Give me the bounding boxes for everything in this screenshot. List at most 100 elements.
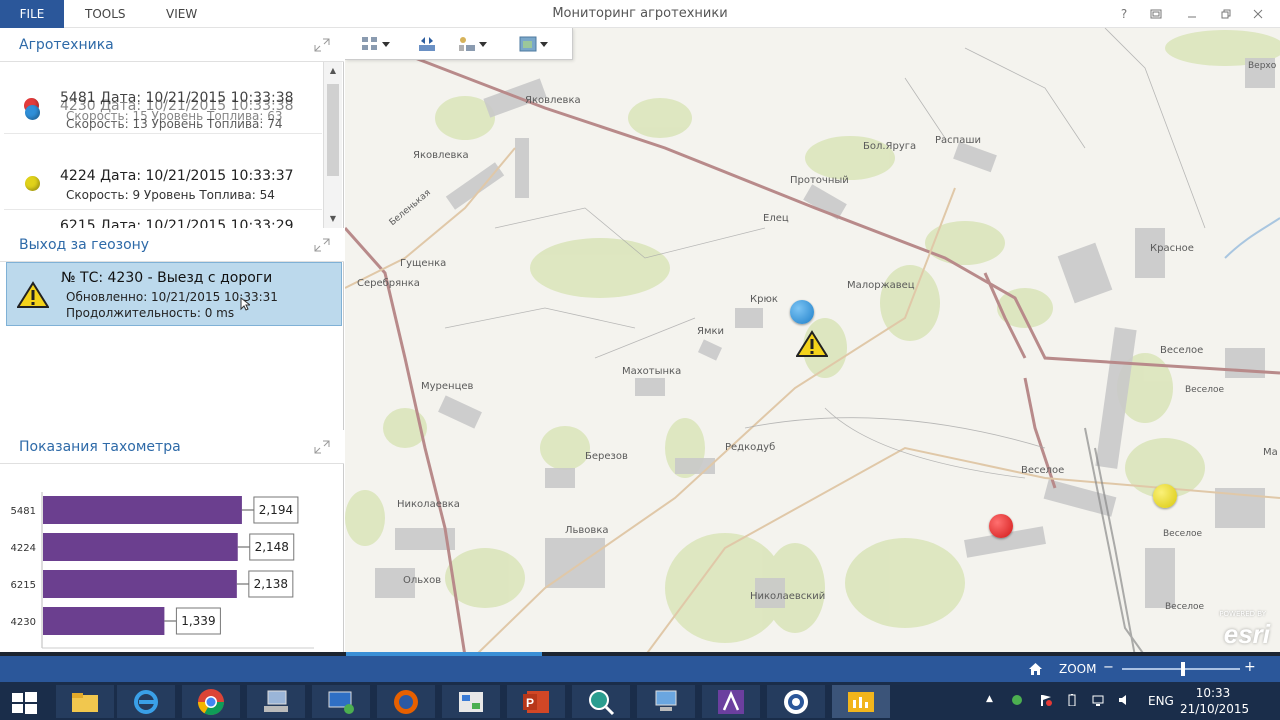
chart-bar	[43, 533, 238, 561]
tray-network-app-icon[interactable]	[1011, 694, 1023, 706]
vehicle-list-scrollbar[interactable]: ▲ ▼	[323, 62, 342, 229]
tray-volume-icon[interactable]	[1118, 694, 1130, 706]
mouse-cursor-icon	[240, 297, 250, 311]
map-label: Распаши	[935, 135, 981, 146]
tacho-section-header: Показания тахометра	[0, 430, 344, 464]
tachometer-chart: 54812,19442242,14862152,13842301,3390500…	[0, 464, 344, 664]
taskbar-app-switch[interactable]	[442, 685, 500, 718]
vehicle-marker-blue[interactable]	[790, 300, 814, 324]
vehicle-title: 6215 Дата: 10/21/2015 10:33:29	[60, 218, 294, 228]
map-label: Муренцев	[421, 381, 474, 392]
basemap-icon	[519, 36, 537, 52]
zoom-slider-thumb[interactable]	[1181, 662, 1186, 676]
tray-flag-icon[interactable]	[1040, 694, 1052, 706]
fullscreen-button[interactable]	[1146, 4, 1166, 24]
taskbar-app-pc[interactable]	[247, 685, 305, 718]
map-label: Редкодуб	[725, 442, 776, 453]
expand-icon[interactable]	[314, 440, 330, 454]
vehicle-dot-blue	[25, 105, 40, 120]
chevron-down-icon	[540, 41, 548, 47]
chevron-down-icon	[479, 41, 487, 47]
vehicle-stats: Скорость: 9 Уровень Топлива: 54	[66, 188, 275, 202]
tab-view[interactable]: VIEW	[166, 0, 197, 28]
list-item-4224[interactable]: 4224 Дата: 10/21/2015 10:33:37 Скорость:…	[4, 134, 322, 210]
restore-icon	[1221, 9, 1231, 19]
vehicle-marker-red[interactable]	[989, 514, 1013, 538]
list-item-6215[interactable]: 6215 Дата: 10/21/2015 10:33:29	[4, 210, 322, 228]
map-label: Николаевский	[750, 591, 826, 602]
zoom-out-button[interactable]: −	[1103, 660, 1114, 675]
taskbar-powerpoint[interactable]: P	[507, 685, 565, 718]
geozone-alert-card[interactable]: № ТС: 4230 - Выезд с дороги Обновленно: …	[6, 262, 342, 326]
map-label: Проточный	[790, 175, 849, 186]
taskbar-explorer[interactable]	[56, 685, 114, 718]
taskbar-remote[interactable]	[312, 685, 370, 718]
taskbar-ie[interactable]	[117, 685, 175, 718]
internet-explorer-icon	[134, 689, 158, 714]
tab-tools[interactable]: TOOLS	[85, 0, 126, 28]
taskbar-current-app[interactable]	[832, 685, 890, 718]
map-label: Веселое	[1165, 602, 1204, 612]
scroll-up-icon[interactable]: ▲	[324, 64, 342, 78]
esri-logo: esri	[1223, 619, 1270, 649]
scroll-thumb[interactable]	[327, 84, 339, 176]
tray-display-icon[interactable]	[1092, 694, 1104, 706]
map-label: Серебрянка	[357, 278, 420, 289]
chart-category-label: 4230	[11, 617, 36, 628]
tacho-section-title: Показания тахометра	[19, 439, 181, 455]
tray-battery-icon[interactable]	[1066, 694, 1078, 706]
tray-expand-icon[interactable]: ▲	[986, 694, 993, 704]
legend-button[interactable]	[458, 35, 487, 53]
map-label: Веселое	[1163, 529, 1202, 539]
map-label: Веселое	[1021, 465, 1065, 476]
layout-button[interactable]	[361, 35, 390, 53]
taskbar-vs-blend[interactable]	[702, 685, 760, 718]
home-icon[interactable]	[1028, 662, 1043, 676]
chart-value-label: 2,194	[259, 503, 293, 517]
start-button[interactable]	[10, 690, 38, 718]
scroll-down-icon[interactable]: ▼	[324, 212, 342, 226]
fullscreen-icon	[1150, 9, 1162, 19]
restore-button[interactable]	[1216, 4, 1236, 24]
map-label: Ямки	[697, 326, 725, 337]
vehicle-stats: Скорость: 13 Уровень Топлива: 74	[66, 117, 283, 131]
geozone-section-title: Выход за геозону	[19, 237, 150, 253]
taskbar-app-monitor[interactable]	[637, 685, 695, 718]
expand-icon[interactable]	[314, 238, 330, 252]
tab-file[interactable]: FILE	[0, 0, 64, 28]
taskbar-search-app[interactable]	[572, 685, 630, 718]
windows-logo-icon	[12, 692, 37, 714]
minimize-button[interactable]	[1182, 4, 1202, 24]
warning-icon[interactable]	[796, 330, 828, 358]
alert-duration: Продолжительность: 0 ms	[66, 306, 235, 320]
chart-bar	[43, 496, 242, 524]
map-label: Крюк	[750, 294, 778, 305]
map-label: Николаевка	[397, 499, 460, 510]
map-label: Махотынка	[622, 366, 682, 377]
firefox-icon	[394, 689, 418, 714]
taskbar-chrome[interactable]	[182, 685, 240, 718]
zoom-label: ZOOM	[1059, 662, 1097, 676]
map-view[interactable]: Яковлевка Яковлевка Бол.Яруга Распаши Пр…	[345, 28, 1280, 656]
chart-value-label: 2,148	[255, 540, 289, 554]
sync-button[interactable]	[418, 35, 436, 53]
folder-icon	[72, 692, 98, 712]
tachometer-chart-svg: 54812,19442242,14862152,13842301,3390500…	[11, 492, 327, 663]
taskbar-firefox[interactable]	[377, 685, 435, 718]
close-button[interactable]	[1248, 4, 1268, 24]
map-label: Ольхов	[403, 575, 442, 586]
chart-bar	[43, 607, 165, 635]
basemap-button[interactable]	[519, 35, 548, 53]
map-label: Верхо	[1248, 61, 1277, 71]
taskbar-app-circle[interactable]	[767, 685, 825, 718]
tray-clock[interactable]: 10:33 21/10/2015	[1180, 685, 1249, 717]
vehicle-list[interactable]: 5481 Дата: 10/21/2015 10:33:38 4230 Дата…	[4, 62, 342, 228]
map-label: Малоржавец	[847, 280, 915, 291]
powerpoint-icon: P	[523, 690, 549, 713]
tray-language[interactable]: ENG	[1148, 694, 1174, 708]
zoom-in-button[interactable]: +	[1244, 659, 1256, 675]
expand-icon[interactable]	[314, 38, 330, 52]
help-button[interactable]: ?	[1114, 4, 1134, 24]
list-item-5481[interactable]: 5481 Дата: 10/21/2015 10:33:38 4230 Дата…	[4, 62, 322, 134]
vehicle-marker-yellow[interactable]	[1153, 484, 1177, 508]
